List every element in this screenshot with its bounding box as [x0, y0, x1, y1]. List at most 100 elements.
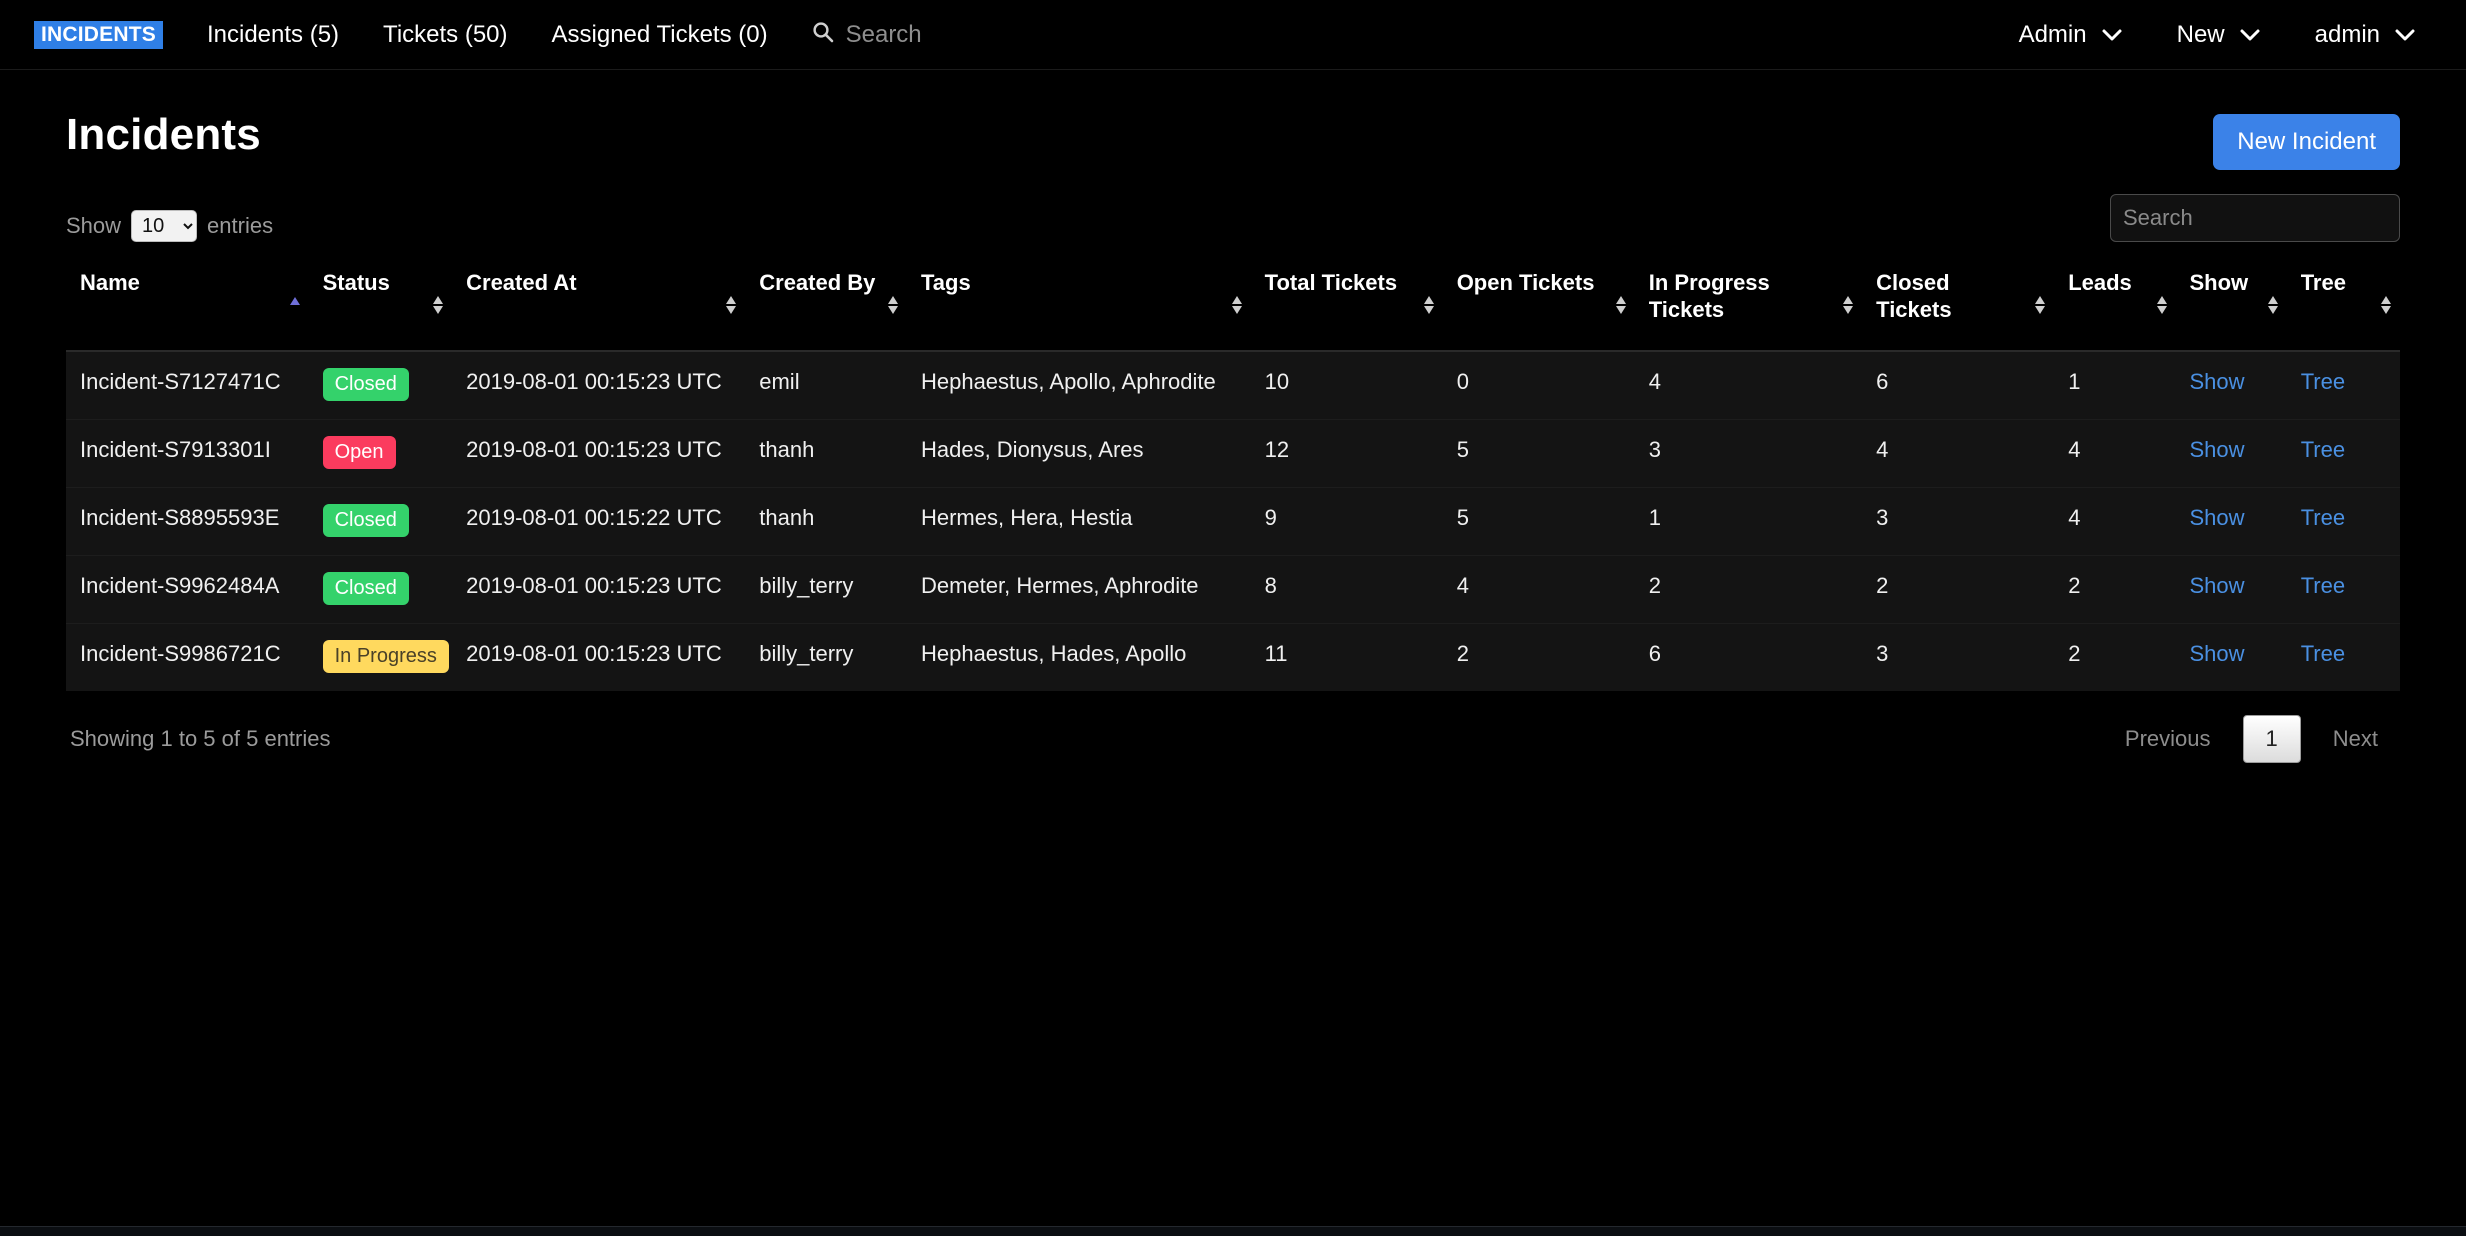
col-header-created-at-label: Created At: [466, 270, 577, 295]
tree-link-value[interactable]: Tree: [2301, 641, 2345, 666]
col-header-open-tickets[interactable]: Open Tickets: [1442, 260, 1635, 352]
show-link[interactable]: Show: [2176, 623, 2287, 691]
tree-link[interactable]: Tree: [2287, 623, 2400, 691]
table-header: Name Status Created At Created By Tags T…: [66, 260, 2400, 352]
cell-name: Incident-S7127471C: [66, 350, 309, 420]
table-row[interactable]: Incident-S7127471C Closed 2019-08-01 00:15…: [66, 350, 2400, 420]
cell-created-at-value: 2019-08-01 00:15:23 UTC: [466, 436, 722, 462]
cell-in-progress-tickets: 2: [1634, 555, 1863, 624]
tree-link[interactable]: Tree: [2286, 419, 2400, 488]
sort-both-icon: [2034, 294, 2046, 316]
cell-created-at: 2019-08-01 00:15:23 UTC: [452, 623, 745, 691]
cell-total-tickets-value: 8: [1264, 572, 1277, 598]
cell-created-by: thanh: [745, 487, 907, 556]
cell-created-at: 2019-08-01 00:15:23 UTC: [452, 350, 746, 420]
col-header-closed-tickets[interactable]: Closed Tickets: [1862, 260, 2055, 352]
navbar-search[interactable]: Search: [812, 21, 922, 49]
cell-in-progress-tickets-value: 4: [1648, 368, 1661, 394]
cell-name: Incident-S9986721C: [66, 623, 309, 691]
cell-tags-value: Hephaestus, Hades, Apollo: [920, 640, 1187, 666]
cell-tags-value: Hermes, Hera, Hestia: [920, 504, 1133, 530]
col-header-status[interactable]: Status: [308, 260, 453, 352]
pagination-next[interactable]: Next: [2311, 716, 2400, 762]
cell-created-by: billy_terry: [745, 623, 907, 691]
show-link[interactable]: Show: [2175, 487, 2287, 556]
cell-closed-tickets: 4: [1862, 419, 2055, 488]
table-row[interactable]: Incident-S9962484A Closed 2019-08-01 00:15…: [66, 555, 2400, 624]
cell-open-tickets-value: 2: [1456, 640, 1469, 666]
cell-created-by-value: thanh: [759, 436, 815, 462]
tree-link-value[interactable]: Tree: [2301, 505, 2345, 530]
table-footer: Showing 1 to 5 of 5 entries Previous 1 N…: [66, 714, 2400, 763]
nav-link-incidents[interactable]: Incidents (5): [207, 21, 339, 49]
cell-name: Incident-S8895593E: [66, 487, 309, 556]
cell-leads-value: 1: [2068, 368, 2081, 394]
show-link-value[interactable]: Show: [2190, 573, 2245, 598]
col-header-show[interactable]: Show: [2175, 260, 2287, 352]
show-link[interactable]: Show: [2175, 350, 2287, 420]
tree-link[interactable]: Tree: [2286, 555, 2400, 624]
col-header-total-tickets[interactable]: Total Tickets: [1250, 260, 1443, 352]
cell-total-tickets-value: 9: [1264, 504, 1277, 530]
show-link-value[interactable]: Show: [2190, 641, 2245, 666]
cell-closed-tickets-value: 6: [1876, 368, 1889, 394]
cell-in-progress-tickets-value: 1: [1648, 504, 1661, 530]
nav-dropdown-user[interactable]: admin: [2315, 21, 2416, 49]
cell-open-tickets: 4: [1442, 555, 1635, 624]
pagination-page-1[interactable]: 1: [2242, 714, 2301, 763]
cell-created-by-value: emil: [759, 368, 800, 394]
show-link-value[interactable]: Show: [2190, 369, 2245, 394]
table-row[interactable]: Incident-S7913301I Open 2019-08-01 00:15:2…: [66, 419, 2400, 488]
col-header-leads[interactable]: Leads: [2054, 260, 2176, 352]
cell-in-progress-tickets: 6: [1635, 623, 1862, 691]
table-row[interactable]: Incident-S8895593E Closed 2019-08-01 00:15…: [66, 487, 2400, 556]
cell-open-tickets: 5: [1442, 487, 1635, 556]
col-header-status-label: Status: [322, 270, 390, 295]
show-link-value[interactable]: Show: [2190, 505, 2245, 530]
tree-link-value[interactable]: Tree: [2301, 369, 2345, 394]
col-header-name[interactable]: Name: [66, 260, 309, 352]
table-search-input[interactable]: [2110, 194, 2400, 242]
cell-created-at-value: 2019-08-01 00:15:23 UTC: [466, 368, 722, 394]
show-link[interactable]: Show: [2175, 419, 2287, 488]
cell-closed-tickets-value: 3: [1876, 640, 1889, 666]
col-header-created-by[interactable]: Created By: [745, 260, 907, 352]
show-link-value[interactable]: Show: [2190, 437, 2245, 462]
show-link[interactable]: Show: [2175, 555, 2287, 624]
cell-created-at-value: 2019-08-01 00:15:22 UTC: [466, 504, 722, 530]
table-row[interactable]: Incident-S9986721C In Progress 2019-08-01 …: [66, 623, 2400, 691]
sort-both-icon: [1231, 294, 1243, 316]
tree-link-value[interactable]: Tree: [2301, 573, 2345, 598]
entries-per-page-select[interactable]: 102550100: [131, 210, 198, 242]
cell-created-by: billy_terry: [745, 555, 907, 624]
cell-tags: Hermes, Hera, Hestia: [906, 487, 1251, 556]
new-incident-button[interactable]: New Incident: [2213, 114, 2400, 170]
cell-closed-tickets: 6: [1862, 350, 2055, 420]
cell-in-progress-tickets-value: 2: [1648, 572, 1661, 598]
brand-logo[interactable]: INCIDENTS: [34, 20, 163, 49]
top-navbar: INCIDENTS Incidents (5) Tickets (50) Ass…: [0, 0, 2466, 70]
col-header-leads-label: Leads: [2068, 270, 2132, 295]
cell-name-value: Incident-S9986721C: [80, 640, 281, 666]
nav-dropdown-new[interactable]: New: [2177, 21, 2261, 49]
tree-link-value[interactable]: Tree: [2301, 437, 2345, 462]
col-header-in-progress-tickets[interactable]: In Progress Tickets: [1634, 260, 1863, 352]
tree-link[interactable]: Tree: [2286, 487, 2400, 556]
nav-dropdown-admin[interactable]: Admin: [2019, 21, 2123, 49]
sort-both-icon: [2267, 294, 2279, 316]
cell-name-value: Incident-S7127471C: [80, 368, 281, 394]
cell-status: Closed: [308, 350, 453, 420]
col-header-tags[interactable]: Tags: [906, 260, 1251, 352]
cell-total-tickets-value: 11: [1264, 640, 1288, 666]
col-header-tree[interactable]: Tree: [2286, 260, 2400, 352]
sort-both-icon: [887, 294, 899, 316]
cell-created-by-value: billy_terry: [759, 640, 854, 666]
pagination-previous[interactable]: Previous: [2103, 716, 2233, 762]
nav-link-tickets[interactable]: Tickets (50): [383, 21, 507, 49]
sort-both-icon: [725, 294, 737, 316]
status-badge: Closed: [322, 503, 409, 537]
tree-link[interactable]: Tree: [2286, 350, 2400, 420]
nav-link-assigned-tickets[interactable]: Assigned Tickets (0): [552, 21, 768, 49]
page-title: Incidents: [66, 110, 261, 159]
col-header-created-at[interactable]: Created At: [452, 260, 746, 352]
